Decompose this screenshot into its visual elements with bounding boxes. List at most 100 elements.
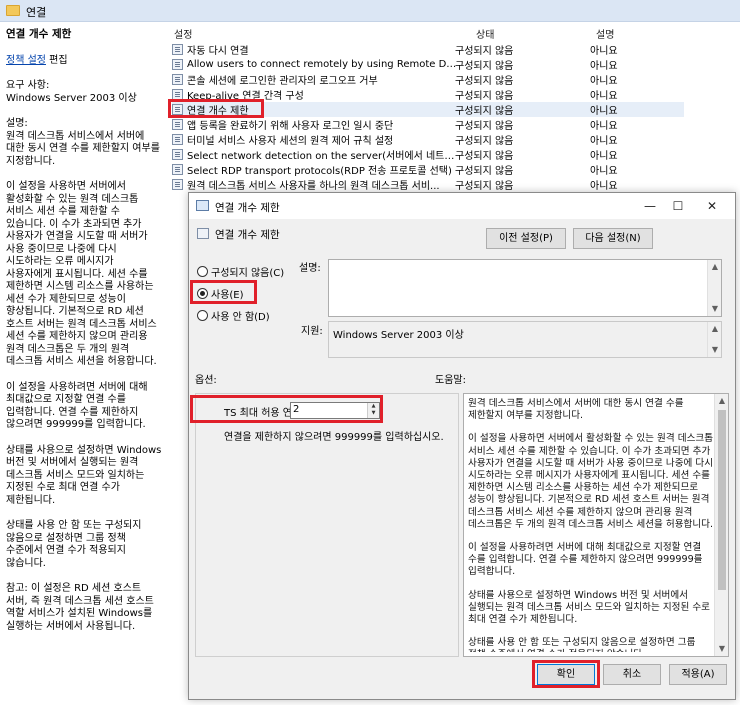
help-paragraph: 상태를 사용 안 함 또는 구성되지 않음으로 설정하면 그룹 정책 수준에서 … — [468, 637, 696, 652]
minimize-icon[interactable]: — — [639, 197, 661, 215]
row-name: 콘솔 세션에 로그인한 관리자의 로그오프 거부 — [187, 76, 378, 87]
description-paragraph: 참고: 이 설정은 RD 세션 호스트 서버, 즉 원격 데스크톱 세션 호스트… — [6, 583, 154, 632]
help-paragraph: 원격 데스크톱 서비스에서 서버에 대한 동시 연결 수를 제한할지 여부를 지… — [468, 398, 684, 422]
row-name: 터미널 서비스 사용자 세션의 원격 제어 규칙 설정 — [187, 136, 394, 147]
description-label: 설명: — [6, 118, 28, 129]
row-state: 구성되지 않음 — [455, 181, 514, 192]
row-comment: 아니요 — [590, 121, 618, 132]
policy-icon — [172, 119, 183, 130]
row-state: 구성되지 않음 — [455, 46, 514, 57]
policy-settings-link[interactable]: 정책 설정 — [6, 55, 46, 66]
edit-label: 편집 — [49, 54, 68, 66]
row-comment: 아니요 — [590, 46, 618, 57]
row-state: 구성되지 않음 — [455, 106, 514, 117]
help-label: 도움말: — [435, 375, 466, 386]
table-row[interactable]: Select RDP transport protocols(RDP 전송 프로… — [172, 162, 684, 177]
row-comment: 아니요 — [590, 181, 618, 192]
row-comment: 아니요 — [590, 151, 618, 162]
scroll-thumb[interactable] — [718, 410, 726, 590]
comment-scrollbar[interactable]: ▲ ▼ — [707, 260, 721, 316]
supported-box: Windows Server 2003 이상 ▲ ▼ — [328, 321, 722, 358]
row-state: 구성되지 않음 — [455, 76, 514, 87]
scroll-up-icon[interactable]: ▲ — [708, 260, 722, 274]
description-paragraph: 상태를 사용 안 함 또는 구성되지 않음으로 설정하면 그룹 정책 수준에서 … — [6, 520, 142, 569]
radio-not-configured[interactable]: 구성되지 않음(C) — [197, 264, 284, 279]
dialog-header-name: 연결 개수 제한 — [215, 229, 280, 241]
policy-icon — [172, 134, 183, 145]
column-header-setting[interactable]: 설정 — [174, 26, 192, 41]
table-row[interactable]: Allow users to connect remotely by using… — [172, 57, 684, 72]
policy-window-icon — [196, 200, 209, 211]
row-comment: 아니요 — [590, 166, 618, 177]
row-comment: 아니요 — [590, 61, 618, 72]
comment-textarea[interactable]: ▲ ▼ — [328, 259, 722, 317]
window-title: 연결 — [26, 6, 47, 19]
previous-setting-button[interactable]: 이전 설정(P) — [486, 228, 566, 249]
help-paragraph: 상태를 사용으로 설정하면 Windows 버전 및 서버에서 실행되는 원격 … — [468, 589, 711, 626]
cancel-button[interactable]: 취소 — [603, 664, 661, 685]
row-comment: 아니요 — [590, 136, 618, 147]
comment-label: 설명: — [299, 263, 321, 274]
supported-scrollbar[interactable]: ▲ ▼ — [707, 322, 721, 357]
radio-disabled[interactable]: 사용 안 함(D) — [197, 308, 270, 323]
row-name: 원격 데스크톱 서비스 사용자를 하나의 원격 데스크톱 서비... — [187, 181, 440, 192]
option-hint: 연결을 제한하지 않으려면 999999를 입력하십시오. — [224, 432, 444, 443]
table-row[interactable]: Select network detection on the server(서… — [172, 147, 684, 162]
policy-icon — [172, 44, 183, 55]
table-row[interactable]: 원격 데스크톱 서비스 사용자를 하나의 원격 데스크톱 서비... 구성되지 않… — [172, 177, 684, 192]
table-row[interactable]: 앱 등록을 완료하기 위해 사용자 로그인 일시 중단 구성되지 않음 아니요 — [172, 117, 684, 132]
table-row[interactable]: 터미널 서비스 사용자 세션의 원격 제어 규칙 설정 구성되지 않음 아니요 — [172, 132, 684, 147]
options-label: 옵션: — [195, 375, 217, 386]
scroll-up-icon[interactable]: ▲ — [708, 322, 722, 336]
help-text: 원격 데스크톱 서비스에서 서버에 대한 동시 연결 수를 제한할지 여부를 지… — [468, 398, 714, 652]
row-name: Select network detection on the server(서… — [187, 151, 457, 162]
policy-icon — [172, 149, 183, 160]
description-paragraph: 이 설정을 사용하면 서버에서 활성화할 수 있는 원격 데스크톱 서비스 세션… — [6, 181, 157, 367]
row-state: 구성되지 않음 — [455, 166, 514, 177]
description-paragraph: 이 설정을 사용하려면 서버에 대해 최대값으로 지정할 연결 수를 입력합니다… — [6, 381, 148, 431]
radio-label: 구성되지 않음(C) — [211, 268, 285, 279]
row-name: 자동 다시 연결 — [187, 46, 249, 57]
policy-icon — [197, 228, 209, 239]
dialog-titlebar: 연결 개수 제한 — ☐ ✕ — [189, 193, 735, 219]
policy-icon — [172, 164, 183, 175]
close-icon[interactable]: ✕ — [701, 197, 723, 215]
next-setting-button[interactable]: 다음 설정(N) — [573, 228, 653, 249]
radio-circle[interactable] — [197, 266, 208, 277]
policy-icon — [172, 59, 183, 70]
row-state: 구성되지 않음 — [455, 136, 514, 147]
help-scrollbar[interactable]: ▲ ▼ — [714, 394, 728, 656]
row-comment: 아니요 — [590, 106, 618, 117]
scroll-down-icon[interactable]: ▼ — [708, 343, 722, 357]
supported-value: Windows Server 2003 이상 — [333, 330, 464, 341]
window-titlebar: 연결 — [0, 0, 740, 22]
description-paragraph: 원격 데스크톱 서비스에서 서버에 대한 동시 연결 수를 제한할지 여부를 지… — [6, 130, 160, 167]
scroll-down-icon[interactable]: ▼ — [708, 302, 722, 316]
description-paragraph: 상태를 사용으로 설정하면 Windows 버전 및 서버에서 실행되는 원격 … — [6, 444, 162, 506]
radio-circle[interactable] — [197, 310, 208, 321]
dialog-title: 연결 개수 제한 — [215, 202, 280, 214]
column-header-comment[interactable]: 설명 — [596, 26, 614, 41]
highlight-enabled-radio — [190, 280, 257, 304]
highlight-ok-button — [532, 660, 600, 688]
column-header-state[interactable]: 상태 — [476, 26, 494, 41]
folder-icon — [6, 5, 20, 16]
maximize-icon[interactable]: ☐ — [667, 197, 689, 215]
requirements-value: Windows Server 2003 이상 — [6, 92, 137, 104]
table-row[interactable]: 자동 다시 연결 구성되지 않음 아니요 — [172, 42, 684, 57]
row-state: 구성되지 않음 — [455, 61, 514, 72]
table-row[interactable]: 콘솔 세션에 로그인한 관리자의 로그오프 거부 구성되지 않음 아니요 — [172, 72, 684, 87]
policy-title: 연결 개수 제한 — [6, 28, 72, 40]
row-state: 구성되지 않음 — [455, 151, 514, 162]
help-paragraph: 이 설정을 사용하려면 서버에 대해 최대값으로 지정할 연결 수를 입력합니다… — [468, 542, 703, 578]
requirements-label: 요구 사항: — [6, 80, 50, 91]
highlight-max-connections — [190, 395, 383, 423]
scroll-up-icon[interactable]: ▲ — [715, 394, 729, 408]
highlight-policy-row — [168, 99, 264, 118]
row-state: 구성되지 않음 — [455, 91, 514, 102]
help-panel: 원격 데스크톱 서비스에서 서버에 대한 동시 연결 수를 제한할지 여부를 지… — [463, 393, 729, 657]
row-name: 앱 등록을 완료하기 위해 사용자 로그인 일시 중단 — [187, 121, 394, 132]
scroll-down-icon[interactable]: ▼ — [715, 642, 729, 656]
apply-button[interactable]: 적용(A) — [669, 664, 727, 685]
row-name: Allow users to connect remotely by using… — [187, 59, 457, 70]
